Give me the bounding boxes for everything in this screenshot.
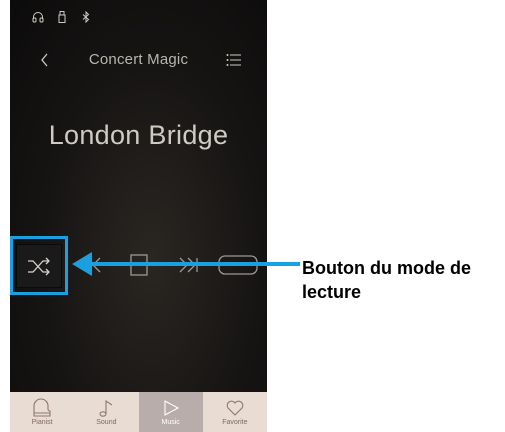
callout-label: Bouton du mode de lecture [302,258,471,302]
callout-arrow [72,252,300,276]
